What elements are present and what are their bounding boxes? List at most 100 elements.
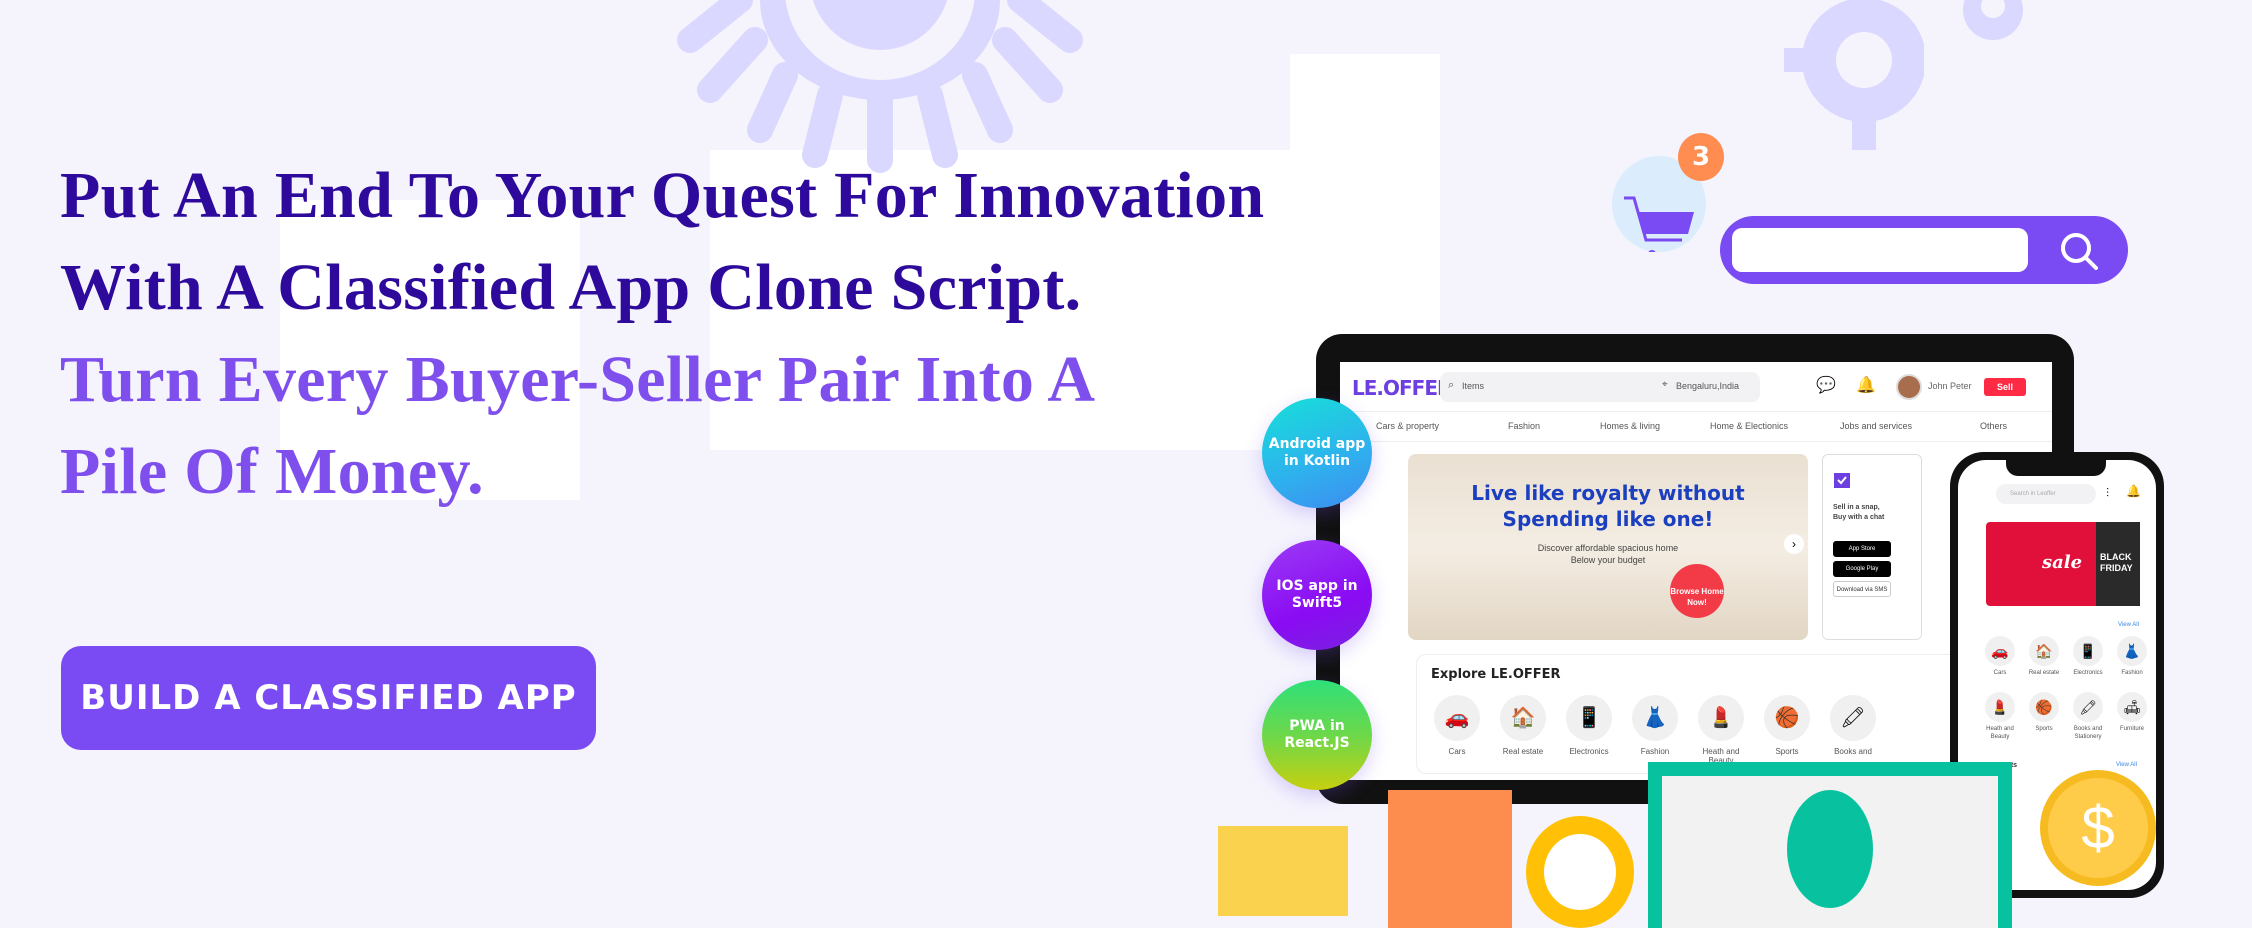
app-logo[interactable]: LE.OFFER xyxy=(1352,376,1452,400)
download-card: Sell in a snap, Buy with a chat App Stor… xyxy=(1822,454,1922,640)
google-play-button[interactable]: Google Play xyxy=(1833,561,1891,577)
category-label: Furniture xyxy=(2119,726,2144,732)
nav-item[interactable]: Home & Electionics xyxy=(1710,421,1788,431)
category-item[interactable]: 🖍 Books and xyxy=(1823,695,1883,756)
category-label: Real estate xyxy=(1502,747,1544,756)
nav-item[interactable]: Homes & living xyxy=(1600,421,1660,431)
category-item[interactable]: 📱 Electronics xyxy=(1559,695,1619,756)
search-input[interactable] xyxy=(1732,228,2028,272)
app-store-button[interactable]: App Store xyxy=(1833,541,1891,557)
location-value[interactable]: Bengaluru,India xyxy=(1676,381,1739,391)
view-all-link[interactable]: View All xyxy=(2118,622,2139,628)
category-nav: Cars & property Fashion Homes & living H… xyxy=(1340,412,2052,442)
phone-category-item[interactable]: 🏀 Sports xyxy=(2022,692,2066,733)
pwa-react-badge: PWA in React.JS xyxy=(1262,680,1372,790)
category-item[interactable]: 🚗 Cars xyxy=(1427,695,1487,756)
pencils-icon: 🖍 xyxy=(2073,692,2103,722)
build-classified-app-button[interactable]: BUILD A CLASSIFIED APP xyxy=(61,646,596,750)
category-label: Fashion xyxy=(2121,670,2143,676)
phone-category-item[interactable]: 💄 Heath and Beauty xyxy=(1978,692,2022,741)
ball-icon: 🏀 xyxy=(1764,695,1810,741)
lipstick-icon: 💄 xyxy=(1985,692,2015,722)
category-label: Heath and Beauty xyxy=(1986,726,2014,740)
category-item[interactable]: 💄 Heath and Beauty xyxy=(1691,695,1751,765)
explore-title: Explore LE.OFFER xyxy=(1431,667,1561,682)
ball-icon: 🏀 xyxy=(2029,692,2059,722)
search-icon: ⌕ xyxy=(1448,379,1455,391)
subheadline-line: Turn Every Buyer-Seller Pair Into A xyxy=(60,343,1096,416)
hero-title: Live like royalty without Spending like … xyxy=(1408,480,1808,532)
category-label: Cars xyxy=(1448,747,1466,756)
nav-item[interactable]: Others xyxy=(1980,421,2007,431)
laptop-screen: LE.OFFER ⌕ Items ⌖ Bengaluru,India 💬 🔔 J… xyxy=(1340,362,2052,780)
category-label: Electronics xyxy=(1569,747,1609,756)
phone-category-item[interactable]: 🖍 Books and Stationery xyxy=(2066,692,2110,741)
user-name: John Peter xyxy=(1928,381,1972,391)
search-widget xyxy=(1720,216,2128,284)
download-sms-button[interactable]: Download via SMS xyxy=(1833,581,1891,597)
subheadline-line: Pile Of Money. xyxy=(60,435,484,508)
headline-line: With A Classified App Clone Script. xyxy=(60,251,1082,324)
download-card-text: Sell in a snap, Buy with a chat xyxy=(1833,503,1884,523)
shopping-bag-illustration xyxy=(1388,790,1512,928)
house-icon: 🏠 xyxy=(1500,695,1546,741)
category-item[interactable]: 🏠 Real estate xyxy=(1493,695,1553,756)
dollar-coin-icon: $ xyxy=(2040,770,2156,886)
category-label: Real estate xyxy=(2028,670,2060,676)
hero-banner: Live like royalty without Spending like … xyxy=(1408,454,1808,640)
category-label: Sports xyxy=(2035,726,2053,732)
dress-icon: 👗 xyxy=(1632,695,1678,741)
phone-search-input[interactable]: Search in Leoffer xyxy=(1996,484,2096,504)
phone-category-item[interactable]: 📱 Electronics xyxy=(2066,636,2110,677)
hero-subtitle: Discover affordable spacious home Below … xyxy=(1408,542,1808,566)
car-icon: 🚗 xyxy=(1985,636,2015,666)
ios-swift-badge: IOS app in Swift5 xyxy=(1262,540,1372,650)
category-label: Books and xyxy=(1834,747,1872,756)
nav-item[interactable]: Fashion xyxy=(1508,421,1540,431)
money-bill-oval xyxy=(1787,790,1873,908)
dress-icon: 👗 xyxy=(2117,636,2147,666)
hero-subtitle-line: Below your budget xyxy=(1570,555,1646,565)
phone-category-item[interactable]: 🛋 Furniture xyxy=(2110,692,2154,733)
gear-icon xyxy=(1963,0,2023,40)
bell-icon[interactable]: 🔔 xyxy=(2126,484,2141,498)
search-category[interactable]: Items xyxy=(1462,381,1484,391)
promo-banner[interactable]: sale BLACK FRIDAY xyxy=(1986,522,2140,606)
category-item[interactable]: 👗 Fashion xyxy=(1625,695,1685,756)
phone-category-item[interactable]: 🏠 Real estate xyxy=(2022,636,2066,677)
carousel-next-icon[interactable]: › xyxy=(1784,534,1804,554)
sell-button[interactable]: Sell xyxy=(1984,378,2026,396)
nav-item[interactable]: Jobs and services xyxy=(1840,421,1912,431)
user-avatar[interactable] xyxy=(1896,374,1922,400)
hero-subtitle-line: Discover affordable spacious home xyxy=(1537,543,1679,553)
chat-icon[interactable]: 💬 xyxy=(1816,376,1836,396)
phone-notch xyxy=(2006,460,2106,476)
house-icon: 🏠 xyxy=(2029,636,2059,666)
phone-category-item[interactable]: 👗 Fashion xyxy=(2110,636,2154,677)
posts-view-all-link[interactable]: View All xyxy=(2116,762,2137,768)
filter-icon[interactable]: ⫶ xyxy=(2106,486,2109,501)
category-item[interactable]: 🏀 Sports xyxy=(1757,695,1817,756)
sale-text: sale xyxy=(2042,552,2083,573)
app-search-bar[interactable]: ⌕ Items ⌖ Bengaluru,India xyxy=(1440,372,1760,402)
card-text-line: Buy with a chat xyxy=(1833,514,1885,521)
hero-title-line: Spending like one! xyxy=(1502,507,1714,531)
bell-icon[interactable]: 🔔 xyxy=(1856,376,1876,396)
cart-count-badge: 3 xyxy=(1678,133,1724,181)
phone-icon: 📱 xyxy=(2073,636,2103,666)
category-label: Electronics xyxy=(2073,670,2103,676)
pencils-icon: 🖍 xyxy=(1830,695,1876,741)
black-friday-text: BLACK FRIDAY xyxy=(2096,522,2140,606)
category-label: Sports xyxy=(1775,747,1799,756)
phone-category-item[interactable]: 🚗 Cars xyxy=(1978,636,2022,677)
browse-home-button[interactable]: Browse Home Now! xyxy=(1670,564,1724,618)
location-pin-icon: ⌖ xyxy=(1662,379,1668,390)
shopping-bag-check-icon xyxy=(1834,473,1850,488)
lipstick-icon: 💄 xyxy=(1698,695,1744,741)
card-text-line: Sell in a snap, xyxy=(1833,504,1880,511)
gear-icon xyxy=(1784,0,1924,150)
search-icon[interactable] xyxy=(2056,228,2104,276)
category-label: Books and Stationery xyxy=(2073,726,2103,740)
category-label: Fashion xyxy=(1640,747,1670,756)
nav-item[interactable]: Cars & property xyxy=(1376,421,1439,431)
